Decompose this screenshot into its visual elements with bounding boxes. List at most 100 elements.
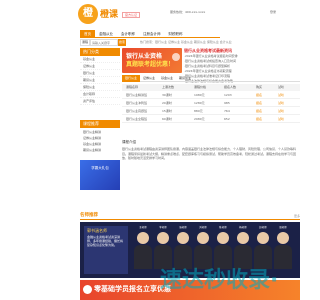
table-cell: 2980元 — [194, 117, 205, 121]
table-cell: 652 — [224, 117, 230, 121]
avatar — [137, 232, 149, 244]
enroll-button[interactable]: 报名 — [256, 108, 262, 115]
avatar — [237, 232, 249, 244]
list-item[interactable]: 期货从业精讲 — [80, 147, 120, 153]
hot-search-links[interactable]: 热门搜索：银行从业 证券从业 基金从业 期货从业 保险从业 会计从业 — [140, 40, 232, 44]
brand-logo-icon[interactable]: 橙 — [78, 4, 98, 24]
enroll-button[interactable]: 报名 — [256, 100, 262, 107]
search-button[interactable]: 搜索 — [118, 39, 126, 46]
search-category-select[interactable]: 课程 — [80, 39, 90, 46]
nav-item-accounting[interactable]: 会计职称 — [117, 30, 139, 38]
column-header: 课程价格 — [194, 85, 207, 89]
column-header: 课程名称 — [126, 85, 139, 89]
course-intro: 课程介绍 银行从业资格考试课程由资深讲师团队授课，内容涵盖银行业法律法规与综合能… — [122, 140, 300, 161]
table-cell: 764 — [224, 109, 230, 113]
table-cell[interactable]: 银行从业冲刺班 — [126, 100, 147, 107]
table-row: 银行从业全程班 60课时 2980元 652 报名 试听 — [122, 116, 300, 123]
teacher-name: 刘老师 — [199, 226, 207, 229]
tab-fund[interactable]: 基金从业 — [158, 75, 176, 82]
featured-teacher-name: 郭书涵名师 — [87, 228, 107, 233]
login-link[interactable]: 登录 — [270, 10, 276, 14]
nav-item-home[interactable]: 首页 — [80, 30, 95, 38]
table-cell: 1203 — [224, 93, 232, 97]
table-row: 银行从业冲刺班 20课时 1280元 985 报名 试听 — [122, 100, 300, 107]
table-cell[interactable]: 银行从业精讲班 — [126, 92, 147, 99]
search-row: 课程 搜索 热门搜索：银行从业 证券从业 基金从业 期货从业 保险从业 会计从业 — [80, 39, 300, 47]
table-row: 银行从业真题班 15课时 880元 764 报名 试听 — [122, 108, 300, 115]
tab-futures[interactable]: 期货从业 — [176, 75, 194, 82]
enroll-button[interactable]: 报名 — [256, 92, 262, 99]
sidebar-item[interactable]: 会计职称 — [80, 91, 120, 98]
hotline-text: 服务热线：400-xxx-xxxx — [170, 10, 206, 14]
more-link[interactable]: 更多 — [294, 212, 300, 220]
avatar — [217, 232, 229, 244]
sidebar-item[interactable]: 资产评估 — [80, 98, 120, 105]
cert-badge: 官方认证 — [122, 12, 141, 18]
top-bar: 橙 橙课 官方认证 服务热线：400-xxx-xxxx 登录 — [0, 0, 300, 30]
enroll-button[interactable]: 报名 — [256, 116, 262, 123]
table-cell: 60课时 — [162, 117, 172, 121]
main-nav: 首页 金融从业 会计职称 注册会计师 财税职称 — [80, 30, 220, 38]
hero-banner[interactable]: 银行从业资格 真题联考超优惠！ — [122, 48, 182, 73]
teachers-section-header: 名师推荐 更多 — [80, 212, 300, 220]
table-cell: 985 — [224, 101, 230, 105]
teacher-name: 赵老师 — [259, 226, 267, 229]
brand-name[interactable]: 橙课 — [100, 7, 118, 20]
avatar — [177, 232, 189, 244]
sidebar-item[interactable]: 证券从业 — [80, 63, 120, 70]
teacher-name: 陈老师 — [219, 226, 227, 229]
trial-button[interactable]: 试听 — [278, 116, 284, 123]
course-tabs: 银行从业 证券从业 基金从业 期货从业 — [122, 75, 300, 82]
nav-item-finance[interactable]: 金融从业 — [95, 30, 117, 38]
course-table-header: 课程名称 上课次数 课程价格 报名人数 购买 试听 — [122, 84, 300, 91]
watermark-text: 速达秒收录· — [160, 268, 279, 293]
tab-banking[interactable]: 银行从业 — [122, 75, 141, 82]
featured-teacher-bio: 金融从业资格考试资深讲师，多年授课经验，擅长将复杂知识点化繁为简。 — [87, 235, 124, 247]
table-cell: 20课时 — [162, 101, 172, 105]
table-cell: 1980元 — [194, 93, 205, 97]
gift-promo-banner[interactable]: 学霸大礼包 — [80, 160, 120, 190]
column-header: 试听 — [278, 85, 285, 89]
column-header: 购买 — [256, 85, 263, 89]
teacher-name: 李老师 — [159, 226, 167, 229]
trial-button[interactable]: 试听 — [278, 100, 284, 107]
sidebar-item[interactable]: 银行从业 — [80, 70, 120, 77]
table-cell[interactable]: 银行从业真题班 — [126, 108, 147, 115]
teacher-portrait[interactable]: 王老师 — [134, 226, 152, 274]
teacher-name: 杨老师 — [239, 226, 247, 229]
banner-decoration-icon — [172, 53, 180, 61]
nav-item-cpa[interactable]: 注册会计师 — [139, 30, 165, 38]
avatar — [157, 232, 169, 244]
table-cell: 880元 — [194, 109, 203, 113]
teacher-name: 张老师 — [179, 226, 187, 229]
section-title: 名师推荐 — [80, 213, 98, 218]
teacher-name: 周老师 — [279, 226, 287, 229]
teacher-body — [134, 245, 152, 269]
intro-label: 课程介绍 — [122, 140, 136, 144]
nav-item-tax[interactable]: 财税职称 — [165, 30, 187, 38]
sidebar-title: 热门分类 — [80, 48, 120, 56]
table-cell: 15课时 — [162, 109, 172, 113]
teacher-name: 王老师 — [139, 226, 147, 229]
trial-button[interactable]: 试听 — [278, 92, 284, 99]
course-list: 银行从业精讲 证券从业精讲 基金从业精讲 期货从业精讲 — [80, 129, 120, 153]
sidebar-item[interactable]: 基金从业 — [80, 56, 120, 63]
promo-icon — [83, 285, 92, 294]
search-input[interactable] — [90, 39, 118, 46]
avatar — [277, 232, 289, 244]
column-header: 上课次数 — [162, 85, 175, 89]
sidebar-item[interactable]: 期货从业 — [80, 77, 120, 84]
sidebar-item[interactable]: 保险从业 — [80, 84, 120, 91]
column-header: 报名人数 — [224, 85, 237, 89]
table-row: 银行从业精讲班 30课时 1980元 1203 报名 试听 — [122, 92, 300, 99]
banner-subheadline: 真题联考超优惠！ — [126, 61, 175, 68]
table-cell: 30课时 — [162, 93, 172, 97]
avatar — [257, 232, 269, 244]
tab-securities[interactable]: 证券从业 — [140, 75, 158, 82]
category-sidebar: 热门分类 基金从业 证券从业 银行从业 期货从业 保险从业 会计职称 资产评估 — [80, 48, 120, 105]
table-cell[interactable]: 银行从业全程班 — [126, 116, 147, 123]
table-cell: 1280元 — [194, 101, 205, 105]
featured-teacher-card[interactable]: 郭书涵名师 金融从业资格考试资深讲师，多年授课经验，擅长将复杂知识点化繁为简。 — [84, 226, 128, 274]
intro-text: 银行从业资格考试课程由资深讲师团队授课，内容涵盖银行业法律法规与综合能力、个人理… — [122, 147, 297, 160]
trial-button[interactable]: 试听 — [278, 108, 284, 115]
